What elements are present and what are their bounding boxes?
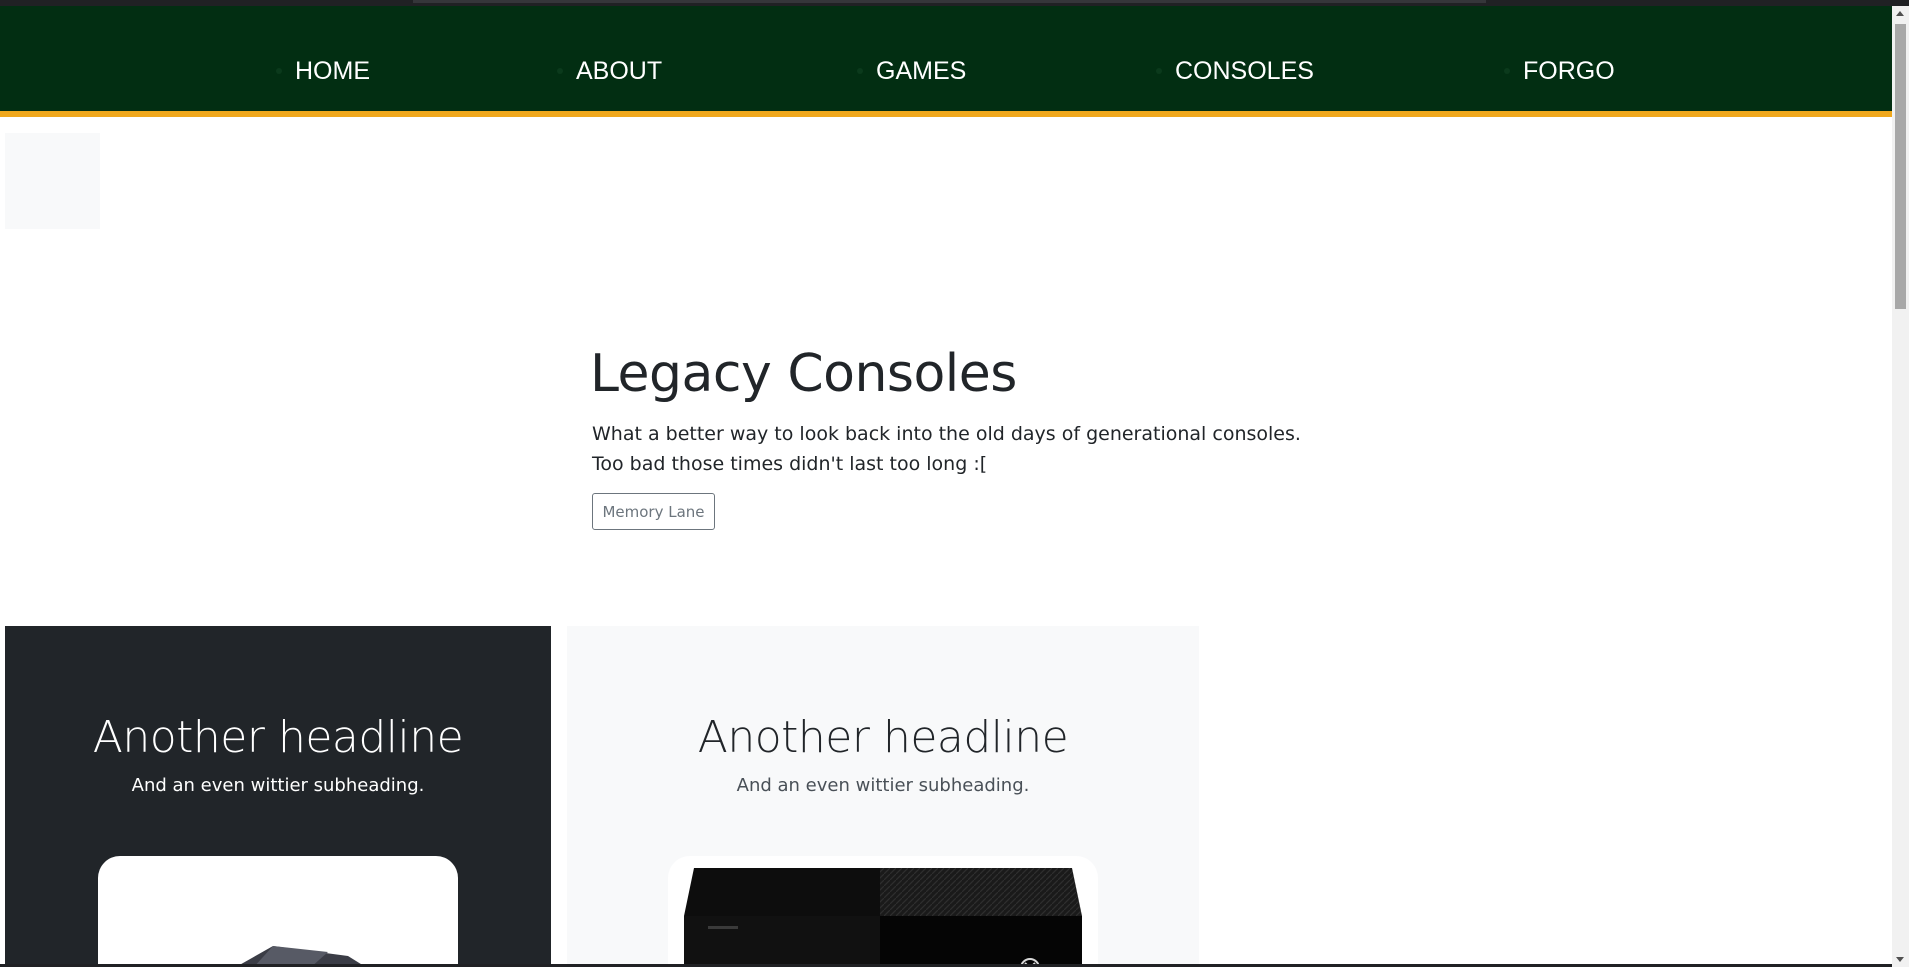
xbox-one-console-image [684, 868, 1082, 964]
scroll-down-arrow-icon[interactable] [1896, 957, 1904, 962]
bullet-icon [276, 68, 282, 74]
nav-item-about[interactable]: ABOUT [557, 54, 662, 88]
browser-tab-edge [413, 0, 1486, 3]
bullet-icon [1156, 68, 1162, 74]
bullet-icon [557, 68, 563, 74]
console-image-card [668, 856, 1098, 964]
game-console-image [241, 946, 361, 964]
bullet-icon [1504, 68, 1510, 74]
feature-panel-light: Another headline And an even wittier sub… [567, 626, 1199, 964]
nav-item-consoles[interactable]: CONSOLES [1156, 54, 1314, 88]
nav-item-label: FORGO [1523, 56, 1615, 85]
nav-item-home[interactable]: HOME [276, 54, 370, 88]
panel-subheading: And an even wittier subheading. [131, 775, 425, 796]
feature-panel-dark: Another headline And an even wittier sub… [5, 626, 551, 964]
memory-lane-button[interactable]: Memory Lane [592, 493, 715, 530]
nav-item-forgo[interactable]: FORGO [1504, 54, 1615, 88]
hero-lead-text: What a better way to look back into the … [592, 423, 1301, 475]
nav-item-label: ABOUT [576, 56, 663, 85]
nav-item-label: CONSOLES [1175, 56, 1314, 85]
nav-item-games[interactable]: GAMES [857, 54, 966, 88]
panel-headline: Another headline [697, 712, 1069, 763]
panel-subheading: And an even wittier subheading. [736, 775, 1030, 796]
nav-item-label: GAMES [876, 56, 967, 85]
nav-item-label: HOME [295, 56, 370, 85]
console-image-card [98, 856, 458, 964]
bullet-icon [857, 68, 863, 74]
image-placeholder [5, 133, 100, 229]
panel-headline: Another headline [92, 712, 464, 763]
scrollbar-thumb[interactable] [1895, 24, 1906, 309]
page-scrollbar[interactable] [1892, 6, 1909, 967]
page-viewport: HOME ABOUT GAMES CONSOLES FORGO Legacy C… [0, 6, 1892, 964]
page-title: Legacy Consoles [590, 344, 1017, 404]
scroll-up-arrow-icon[interactable] [1896, 11, 1904, 16]
top-navbar: HOME ABOUT GAMES CONSOLES FORGO [0, 6, 1892, 117]
